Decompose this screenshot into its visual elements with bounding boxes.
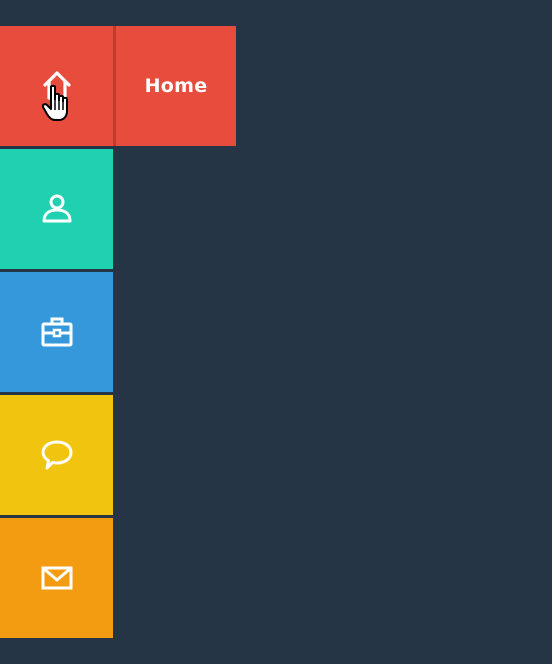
envelope-icon [39,560,75,596]
speech-bubble-icon [39,437,75,473]
hand-cursor-icon [41,84,74,124]
menu-item-profile[interactable] [0,149,113,269]
menu-flyout-home[interactable]: Home [113,26,236,146]
flyout-label: Home [144,75,208,97]
menu-item-chat[interactable] [0,395,113,515]
briefcase-icon [39,314,75,350]
menu-item-mail[interactable] [0,518,113,638]
user-icon [39,191,75,227]
menu-item-portfolio[interactable] [0,272,113,392]
